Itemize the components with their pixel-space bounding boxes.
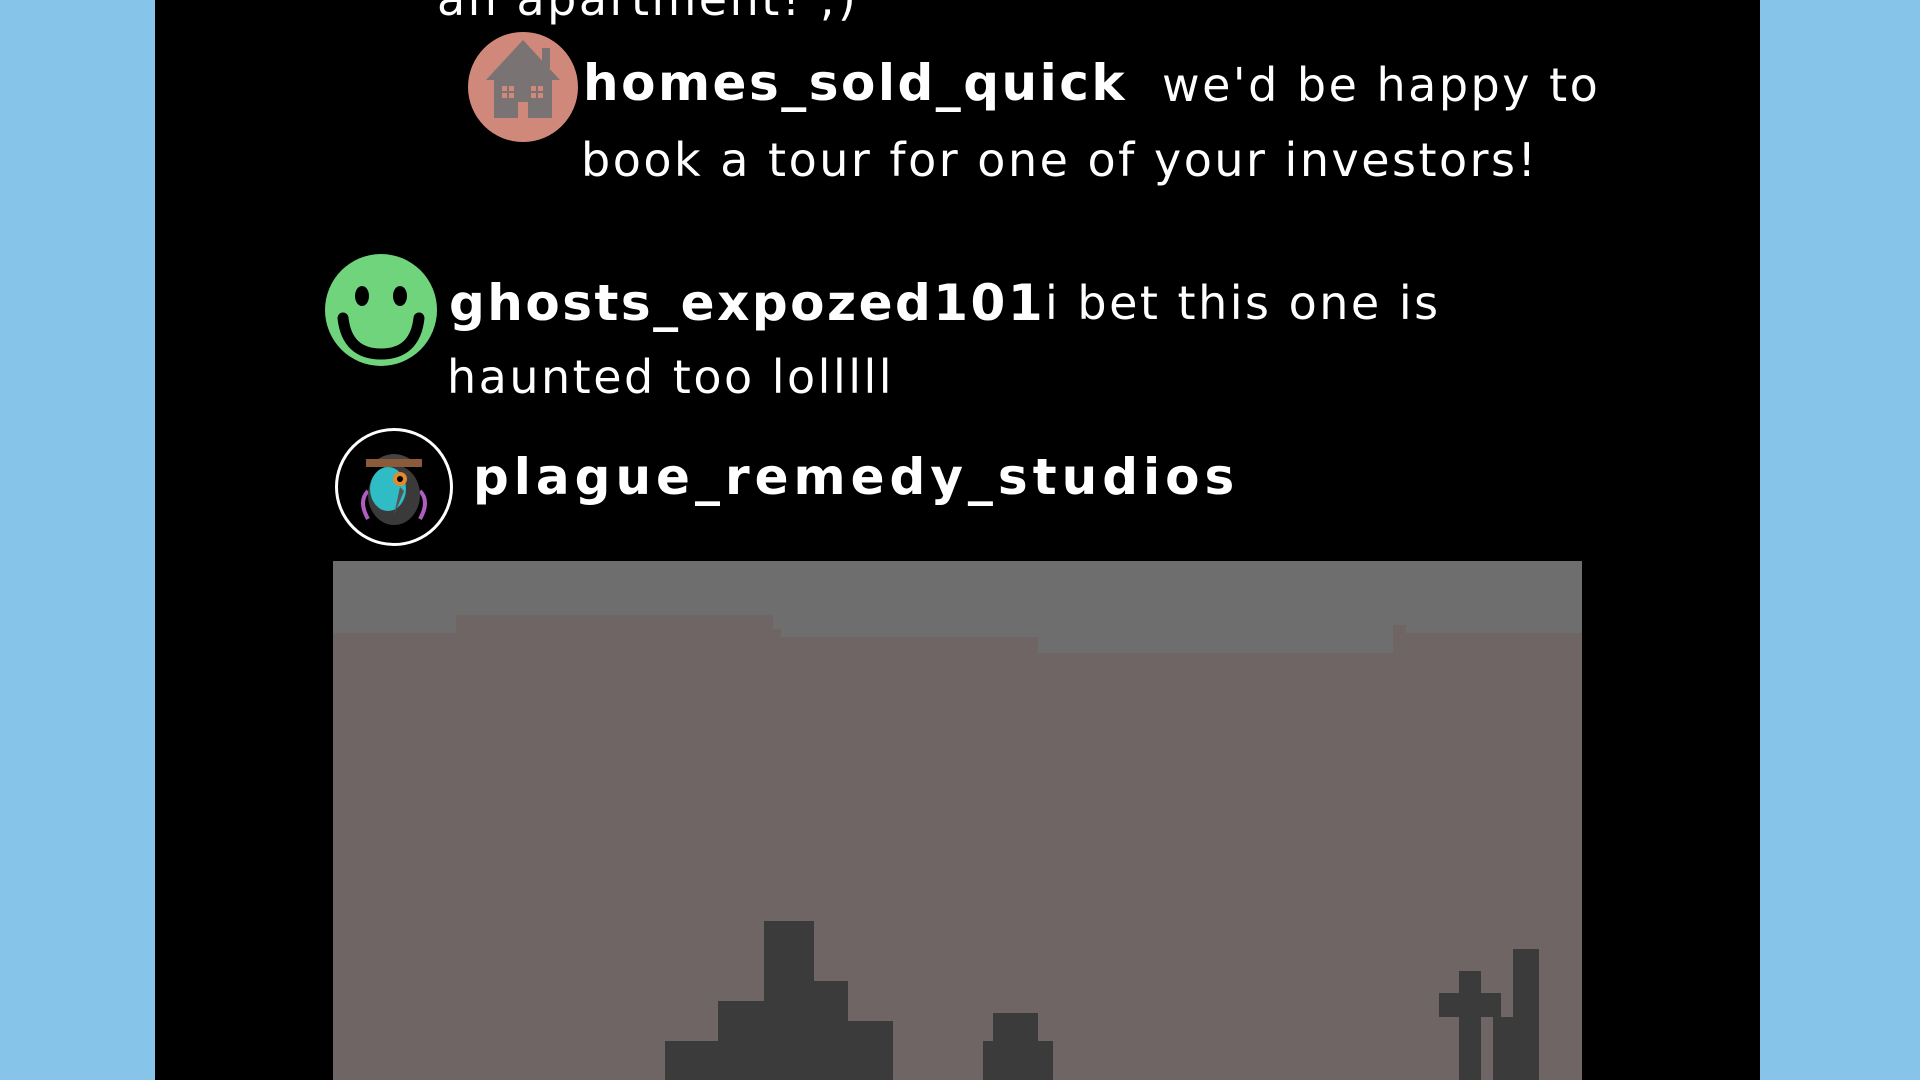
homes-sold-quick-avatar[interactable] [468, 32, 578, 142]
house-icon [486, 40, 560, 118]
post-image[interactable] [333, 561, 1582, 1080]
ghosts-expozed101-comment-line2: haunted too lolllll [447, 350, 895, 404]
ghosts-expozed101-avatar[interactable] [325, 254, 437, 366]
ghosts-expozed101-username[interactable]: ghosts_expozed101 [449, 274, 1045, 332]
previous-comment-text: an apartment! ;) [437, 0, 858, 26]
comment-feed: an apartment! ;) homes_sold_quick we'd b… [155, 0, 1760, 1080]
smiley-face-icon [337, 286, 425, 360]
plague-doctor-icon [361, 454, 427, 525]
ghosts-expozed101-comment-line1: i bet this one is [1045, 276, 1441, 330]
homes-sold-quick-comment-line2: book a tour for one of your investors! [581, 133, 1539, 187]
homes-sold-quick-username[interactable]: homes_sold_quick [583, 54, 1127, 112]
graveyard-crosses-icon [333, 561, 1582, 1080]
homes-sold-quick-comment-line1: we'd be happy to [1162, 58, 1601, 112]
plague-remedy-studios-username[interactable]: plague_remedy_studios [473, 448, 1239, 506]
plague-remedy-studios-avatar[interactable] [335, 428, 453, 546]
